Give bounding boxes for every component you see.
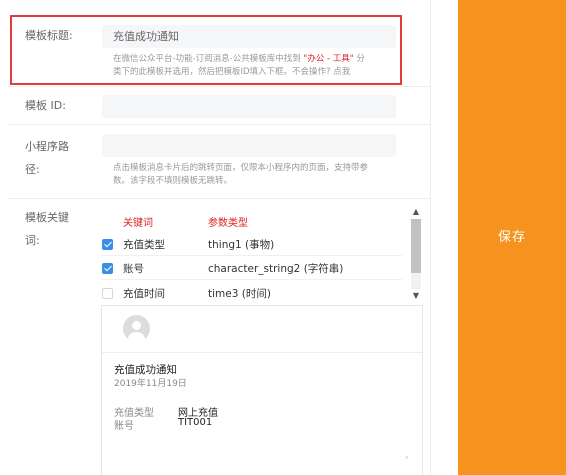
preview-field-key: 账号 xyxy=(114,421,134,432)
preview-title: 充值成功通知 xyxy=(114,364,177,376)
highlight-box xyxy=(10,15,402,85)
save-pane[interactable]: 保存 xyxy=(458,0,566,475)
preview-field-value: TIT001 xyxy=(178,417,213,428)
preview-date: 2019年11月19日 xyxy=(114,379,187,389)
path-hint: 点击模板消息卡片后的跳转页面，仅限本小程序内的页面，支持带参 数。该字段不填则模… xyxy=(113,162,368,188)
keyword-checkbox[interactable] xyxy=(102,239,113,250)
row-divider xyxy=(102,255,402,256)
message-preview-card: 充值成功通知 2019年11月19日 充值类型 网上充值 账号 TIT001 › xyxy=(101,305,423,475)
path-label-line1: 小程序路 xyxy=(25,140,69,153)
keyword-param-type: thing1 (事物) xyxy=(208,239,275,251)
avatar-head xyxy=(132,321,141,330)
path-hint-line1: 点击模板消息卡片后的跳转页面，仅限本小程序内的页面，支持带参 xyxy=(113,163,369,173)
avatar-body xyxy=(128,332,145,342)
keywords-label-line1: 模板关键 xyxy=(25,211,69,224)
save-button[interactable]: 保存 xyxy=(458,226,566,245)
keyword-row[interactable]: 充值时间 time3 (时间) xyxy=(102,283,402,305)
preview-divider xyxy=(102,352,422,353)
scrollbar-thumb[interactable] xyxy=(411,219,421,273)
keyword-param-type: time3 (时间) xyxy=(208,288,271,300)
path-label-line2: 径: xyxy=(25,163,40,176)
scroll-down-icon[interactable]: ▼ xyxy=(408,290,424,302)
panel-edge xyxy=(430,0,431,475)
keyword-checkbox[interactable] xyxy=(102,263,113,274)
scroll-up-icon[interactable]: ▲ xyxy=(408,206,424,218)
divider xyxy=(8,198,431,199)
keyword-row[interactable]: 充值类型 thing1 (事物) xyxy=(102,234,402,256)
path-hint-line2: 数。该字段不填则模板无跳转。 xyxy=(113,176,233,186)
keyword-row[interactable]: 账号 character_string2 (字符串) xyxy=(102,258,402,280)
template-id-label: 模板 ID: xyxy=(25,99,66,112)
keyword-name: 账号 xyxy=(123,263,144,275)
keyword-name: 充值时间 xyxy=(123,288,165,300)
keyword-param-type: character_string2 (字符串) xyxy=(208,263,344,275)
template-form-panel: 模板标题: 充值成功通知 在微信公众平台-功能-订阅消息-公共模板库中找到 "办… xyxy=(0,0,458,475)
path-input[interactable] xyxy=(102,134,396,157)
divider xyxy=(8,86,431,87)
row-divider xyxy=(102,279,402,280)
divider xyxy=(8,124,431,125)
keyword-checkbox[interactable] xyxy=(102,288,113,299)
template-id-input[interactable] xyxy=(102,95,396,118)
chevron-right-icon: › xyxy=(405,453,409,463)
keywords-label-line2: 词: xyxy=(25,234,40,247)
keywords-scrollbar[interactable]: ▲ ▼ xyxy=(408,206,424,302)
avatar xyxy=(123,315,150,342)
param-type-column-header: 参数类型 xyxy=(208,218,248,229)
keyword-name: 充值类型 xyxy=(123,239,165,251)
keyword-column-header: 关键词 xyxy=(123,218,153,229)
